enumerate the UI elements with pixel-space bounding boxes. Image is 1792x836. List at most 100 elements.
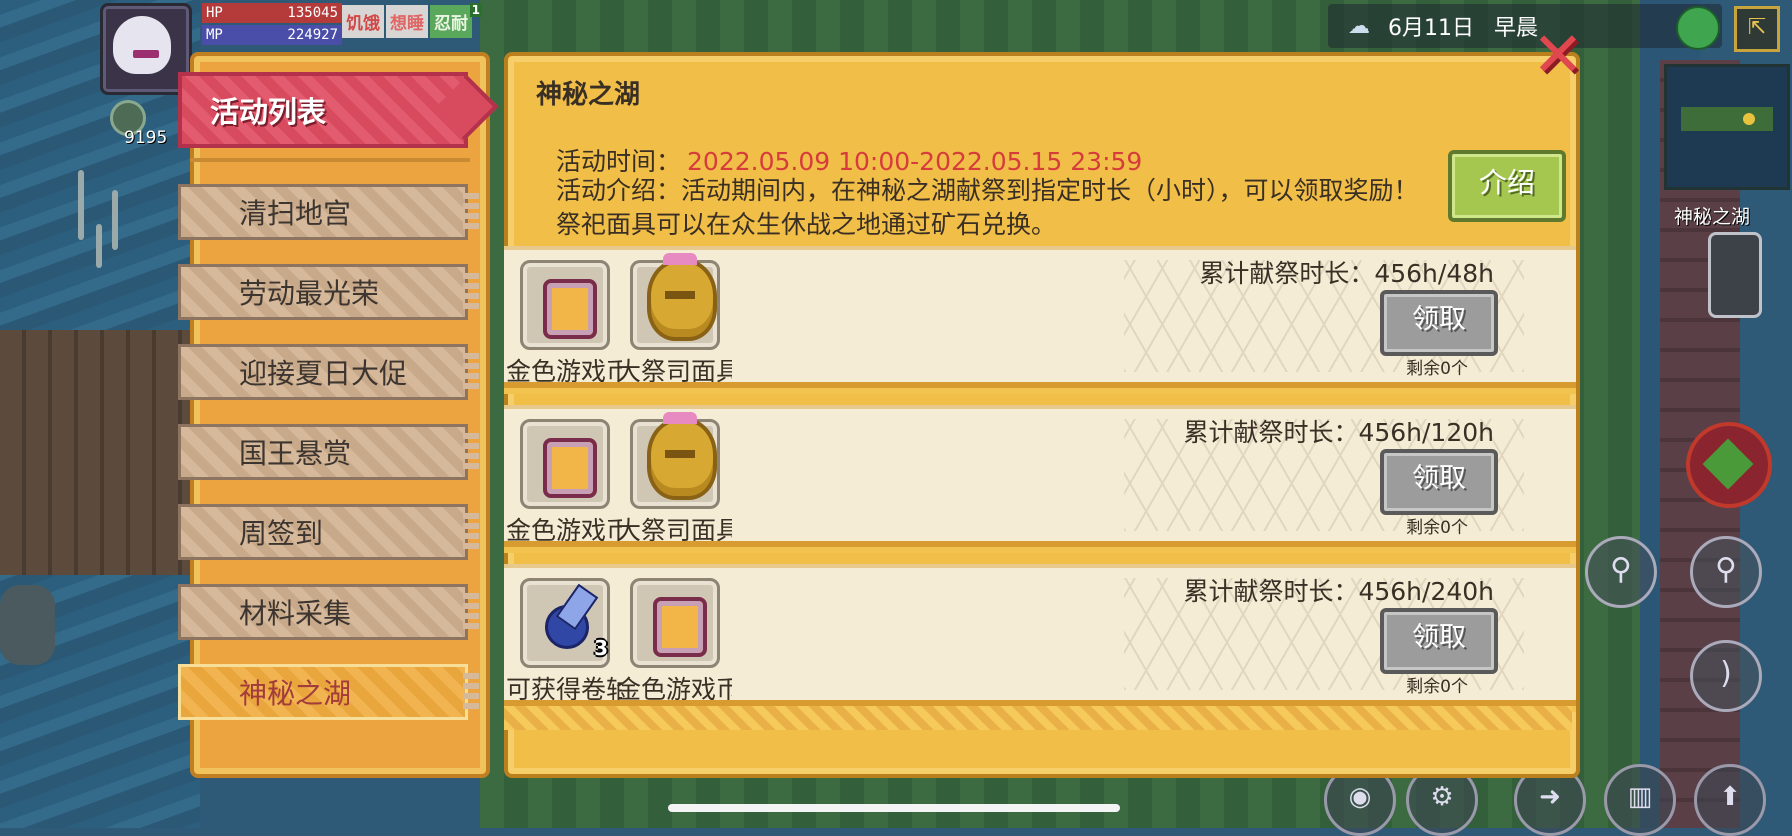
reward-row: 累计献祭时长：456h/48h 领取 剩余0个 金色游戏币 大祭司面具 bbox=[504, 246, 1576, 388]
event-time-value: 2022.05.09 10:00-2022.05.15 23:59 bbox=[687, 147, 1143, 176]
book-icon[interactable]: ▥ bbox=[1604, 764, 1676, 836]
gold-coin-icon bbox=[653, 597, 707, 657]
row-progress: 累计献祭时长：456h/240h bbox=[1183, 577, 1494, 606]
reed bbox=[96, 224, 102, 268]
bow-icon[interactable]: ) bbox=[1690, 640, 1762, 712]
mp-value: 224927 bbox=[287, 27, 338, 43]
status-effects: 饥饿 想睡 忍耐 1 bbox=[342, 3, 482, 38]
event-description: 活动介绍：活动期间内，在神秘之湖献祭到指定时长（小时），可以领取奖励！祭祀面具可… bbox=[556, 176, 1419, 239]
priest-mask-icon bbox=[647, 253, 717, 341]
gem-icon bbox=[1702, 438, 1754, 490]
tab-label: 清扫地宫 bbox=[239, 197, 352, 230]
bag-icon[interactable] bbox=[1686, 422, 1772, 508]
item-quantity: 3 bbox=[594, 636, 608, 660]
reward-row: 累计献祭时长：456h/240h 领取 剩余0个 3 可获得卷轴 金色游戏币 bbox=[504, 564, 1576, 706]
gold-coin-icon bbox=[543, 279, 597, 339]
tab-label: 国王悬赏 bbox=[239, 437, 352, 470]
status-endure[interactable]: 忍耐 1 bbox=[430, 3, 482, 38]
avatar-mask bbox=[133, 50, 159, 58]
mp-bar: MP 224927 bbox=[202, 25, 342, 45]
phone-icon[interactable] bbox=[1708, 232, 1762, 318]
reward-name: 金色游戏币 bbox=[506, 357, 622, 386]
tab-king-bounty[interactable]: 国王悬赏 bbox=[178, 424, 479, 480]
game-date: 6月11日 bbox=[1388, 16, 1474, 41]
reward-name: 可获得卷轴 bbox=[506, 675, 622, 704]
hp-label: HP bbox=[206, 5, 223, 21]
item-frame bbox=[630, 253, 720, 350]
panel-bottom-trim bbox=[504, 706, 1572, 730]
status-endure-label: 忍耐 bbox=[434, 14, 468, 34]
reward-name: 大祭司面具 bbox=[616, 357, 732, 386]
gem-counter: 9195 bbox=[106, 100, 176, 150]
home-indicator[interactable] bbox=[668, 804, 1120, 812]
scroll-icon bbox=[533, 587, 597, 651]
reward-name: 金色游戏币 bbox=[506, 516, 622, 545]
event-time: 活动时间： 2022.05.09 10:00-2022.05.15 23:59 bbox=[556, 142, 1142, 178]
tab-label: 材料采集 bbox=[239, 597, 352, 630]
tab-weekly-checkin[interactable]: 周签到 bbox=[178, 504, 479, 560]
item-frame bbox=[520, 260, 610, 350]
close-icon[interactable]: ✕ bbox=[1530, 24, 1586, 86]
zoom-icon[interactable]: ⚲ bbox=[1690, 536, 1762, 608]
row-progress: 累计献祭时长：456h/48h bbox=[1199, 259, 1494, 288]
claim-button[interactable]: 领取 bbox=[1380, 608, 1498, 674]
reward-item[interactable]: 金色游戏币 bbox=[616, 578, 732, 700]
claim-button[interactable]: 领取 bbox=[1380, 449, 1498, 515]
item-frame bbox=[630, 412, 720, 509]
reward-item[interactable]: 大祭司面具 bbox=[616, 253, 732, 382]
tab-label: 劳动最光荣 bbox=[239, 277, 380, 310]
exit-icon[interactable]: ⇱ bbox=[1734, 6, 1780, 52]
tab-mystic-lake[interactable]: 神秘之湖 bbox=[178, 664, 479, 720]
mp-label: MP bbox=[206, 27, 223, 43]
reward-row: 累计献祭时长：456h/120h 领取 剩余0个 金色游戏币 大祭司面具 bbox=[504, 405, 1576, 547]
wooden-dock bbox=[0, 330, 200, 575]
minimap-terrain bbox=[1681, 107, 1773, 131]
gem-count: 9195 bbox=[124, 128, 168, 148]
reed bbox=[112, 190, 118, 250]
reed bbox=[78, 170, 84, 240]
time-bar: ☁ 6月11日 早晨 bbox=[1328, 4, 1722, 48]
claim-button[interactable]: 领取 bbox=[1380, 290, 1498, 356]
gold-coin-icon bbox=[543, 438, 597, 498]
remaining-count: 剩余0个 bbox=[1406, 359, 1468, 379]
item-frame bbox=[520, 419, 610, 509]
hp-bar: HP 135045 bbox=[202, 3, 342, 23]
rock bbox=[0, 585, 55, 665]
remaining-count: 剩余0个 bbox=[1406, 518, 1468, 538]
globe-icon[interactable] bbox=[1676, 6, 1720, 50]
tab-summer-sale[interactable]: 迎接夏日大促 bbox=[178, 344, 479, 400]
status-sleepy[interactable]: 想睡 bbox=[386, 5, 428, 38]
reward-item[interactable]: 金色游戏币 bbox=[506, 260, 622, 382]
compass-icon[interactable]: ⬆ bbox=[1694, 764, 1766, 836]
search-icon[interactable]: ⚲ bbox=[1585, 536, 1657, 608]
item-frame bbox=[630, 578, 720, 668]
remaining-count: 剩余0个 bbox=[1406, 677, 1468, 697]
reward-item[interactable]: 大祭司面具 bbox=[616, 412, 732, 541]
weather-icon: ☁ bbox=[1348, 13, 1370, 39]
player-marker-icon bbox=[1743, 113, 1755, 125]
tab-label: 迎接夏日大促 bbox=[239, 357, 408, 390]
intro-button[interactable]: 介绍 bbox=[1448, 150, 1566, 222]
hp-value: 135045 bbox=[287, 5, 338, 21]
tab-divider bbox=[190, 158, 470, 162]
event-time-label: 活动时间： bbox=[556, 147, 682, 176]
minimap-location-label: 神秘之湖 bbox=[1674, 206, 1751, 228]
event-title: 神秘之湖 bbox=[536, 80, 641, 110]
player-stats: HP 135045 MP 224927 bbox=[202, 3, 342, 47]
tab-label: 周签到 bbox=[239, 517, 324, 550]
tab-label: 神秘之湖 bbox=[239, 677, 352, 710]
tab-labor-glory[interactable]: 劳动最光荣 bbox=[178, 264, 479, 320]
reward-item[interactable]: 3 可获得卷轴 bbox=[506, 578, 622, 700]
avatar-hair bbox=[113, 16, 171, 74]
minimap[interactable] bbox=[1664, 64, 1790, 190]
event-list-title: 活动列表 bbox=[210, 95, 327, 129]
row-progress: 累计献祭时长：456h/120h bbox=[1183, 418, 1494, 447]
reward-name: 金色游戏币 bbox=[616, 675, 732, 704]
reward-name: 大祭司面具 bbox=[616, 516, 732, 545]
event-list-header: 活动列表 bbox=[178, 72, 468, 148]
status-endure-badge: 1 bbox=[469, 3, 482, 17]
reward-item[interactable]: 金色游戏币 bbox=[506, 419, 622, 541]
tab-material-gathering[interactable]: 材料采集 bbox=[178, 584, 479, 640]
tab-clean-dungeon[interactable]: 清扫地宫 bbox=[178, 184, 479, 240]
status-hungry[interactable]: 饥饿 bbox=[342, 5, 384, 38]
